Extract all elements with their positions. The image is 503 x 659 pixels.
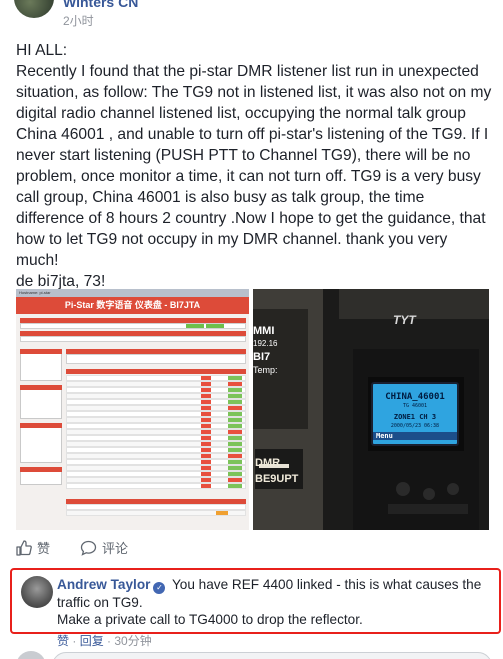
radio-menu: Menu [373,432,457,440]
radio-photo[interactable]: TYT MMI 192.16 BI7 Temp: DMR BE9UPT CHIN… [253,289,489,530]
pistar-table-cell-green [228,394,242,398]
pistar-table-row [66,483,246,489]
author-name[interactable]: Winters CN [63,0,138,10]
pistar-table-cell-green [228,406,242,410]
viewer-avatar [16,651,46,659]
post-body: HI ALL: Recently I found that the pi-sta… [16,42,492,290]
pistar-table-cell-green [228,400,242,404]
pistar-table-cell-green [228,484,242,488]
side-display-line3: BI7 [253,351,271,363]
pistar-table-cell-green [228,478,242,482]
pistar-table-cell-red [201,472,211,476]
pistar-table-cell-green [228,472,242,476]
pistar-table-cell-red [201,442,211,446]
pistar-status-ok [206,324,224,328]
verified-badge-icon: ✓ [153,582,166,594]
commenter-name[interactable]: Andrew Taylor [57,577,150,592]
comment-reply-link[interactable]: 回复 [80,634,104,648]
pistar-table-cell-green [228,454,242,458]
pistar-table-cell-green [228,376,242,380]
pistar-table-cell-red [201,466,211,470]
pistar-table-cell-green [228,430,242,434]
author-avatar[interactable] [14,0,54,18]
like-label: 赞 [37,541,51,556]
pistar-side-panel-header [20,349,62,354]
pistar-side-panel-header [20,423,62,428]
side-display-line1: MMI [253,325,275,337]
pistar-table-cell-red [201,388,211,392]
pistar-status-ok [186,324,204,328]
comment-body: Andrew Taylor ✓ You have REF 4400 linked … [57,576,497,628]
pistar-side-panel [20,385,62,419]
pistar-table-cell-green [228,412,242,416]
pistar-table-cell-green [228,436,242,440]
pistar-table-cell-red [201,478,211,482]
pistar-table-cell-red [201,400,211,404]
like-button[interactable]: 赞 [16,538,50,557]
thumbs-up-icon [16,539,32,556]
pistar-table-cell-red [201,394,211,398]
radio-datetime: 2000/05/23 06:38 [390,423,440,429]
comment-icon [80,540,97,556]
callsign-label: BE9UPT [255,473,299,485]
pistar-side-panel-header [20,467,62,472]
side-display-line2: 192.16 [253,339,278,348]
pistar-section-header [66,369,246,374]
highlighted-comment: Andrew Taylor ✓ You have REF 4400 linked … [10,568,501,634]
comment-time[interactable]: 30分钟 [114,634,151,648]
pistar-table-cell-green [228,424,242,428]
pistar-table-cell-red [201,418,211,422]
post-time[interactable]: 2小时 [63,12,94,29]
radio-brand: TYT [393,313,416,327]
radio-channel-name: CHINA_46001 [385,392,445,402]
pistar-connections-row [66,354,246,364]
radio-talkgroup: TG 46001 [402,403,428,409]
meta-separator: · [69,634,80,648]
pistar-table-cell-orange [216,511,228,515]
pistar-table-cell-red [201,382,211,386]
pistar-table-cell-green [228,418,242,422]
pistar-table-cell-red [201,448,211,452]
pistar-banner: Hostname: pi-star [16,289,249,297]
pistar-table-cell-red [201,454,211,458]
commenter-avatar[interactable] [21,576,53,608]
pistar-table-cell-red [201,424,211,428]
pistar-table-cell-red [201,412,211,416]
comment-label: 评论 [102,541,129,556]
pistar-side-panel-header [20,385,62,390]
pistar-table-cell-red [201,430,211,434]
pistar-table-cell-green [228,466,242,470]
pistar-dashboard-photo[interactable]: Hostname: pi-star Pi-Star 数字语音 仪表盘 - BI7… [16,289,249,530]
comment-button[interactable]: 评论 [80,538,128,557]
pistar-table-cell-green [228,448,242,452]
side-display-line4: Temp: [253,365,278,375]
pistar-table-cell-red [201,376,211,380]
pistar-table-cell-red [201,406,211,410]
pistar-table-cell-red [201,460,211,464]
dmr-label: DMR [255,457,281,469]
radio-zone-channel: ZONE1 CH 3 [393,413,437,421]
pistar-table-cell-green [228,460,242,464]
meta-separator-2: · [103,634,115,648]
pistar-side-panel [20,423,62,463]
post-photos: Hostname: pi-star Pi-Star 数字语音 仪表盘 - BI7… [16,289,489,530]
comment-like-link[interactable]: 赞 [57,634,69,648]
comment-text-line2: Make a private call to TG4000 to drop th… [57,612,363,627]
pistar-status-row [20,336,246,342]
pistar-table-cell-red [201,484,211,488]
pistar-table-cell-green [228,442,242,446]
comment-meta: 赞 · 回复 · 30分钟 [57,632,152,649]
pistar-title: Pi-Star 数字语音 仪表盘 - BI7JTA [16,297,249,314]
pistar-table-cell-red [201,436,211,440]
write-comment-input[interactable] [52,652,492,659]
radio-display: CHINA_46001 TG 46001 ZONE1 CH 3 2000/05/… [371,382,459,446]
post-header: Winters CN 2小时 [0,0,503,34]
pistar-table-cell-green [228,388,242,392]
pistar-table-cell-green [228,382,242,386]
